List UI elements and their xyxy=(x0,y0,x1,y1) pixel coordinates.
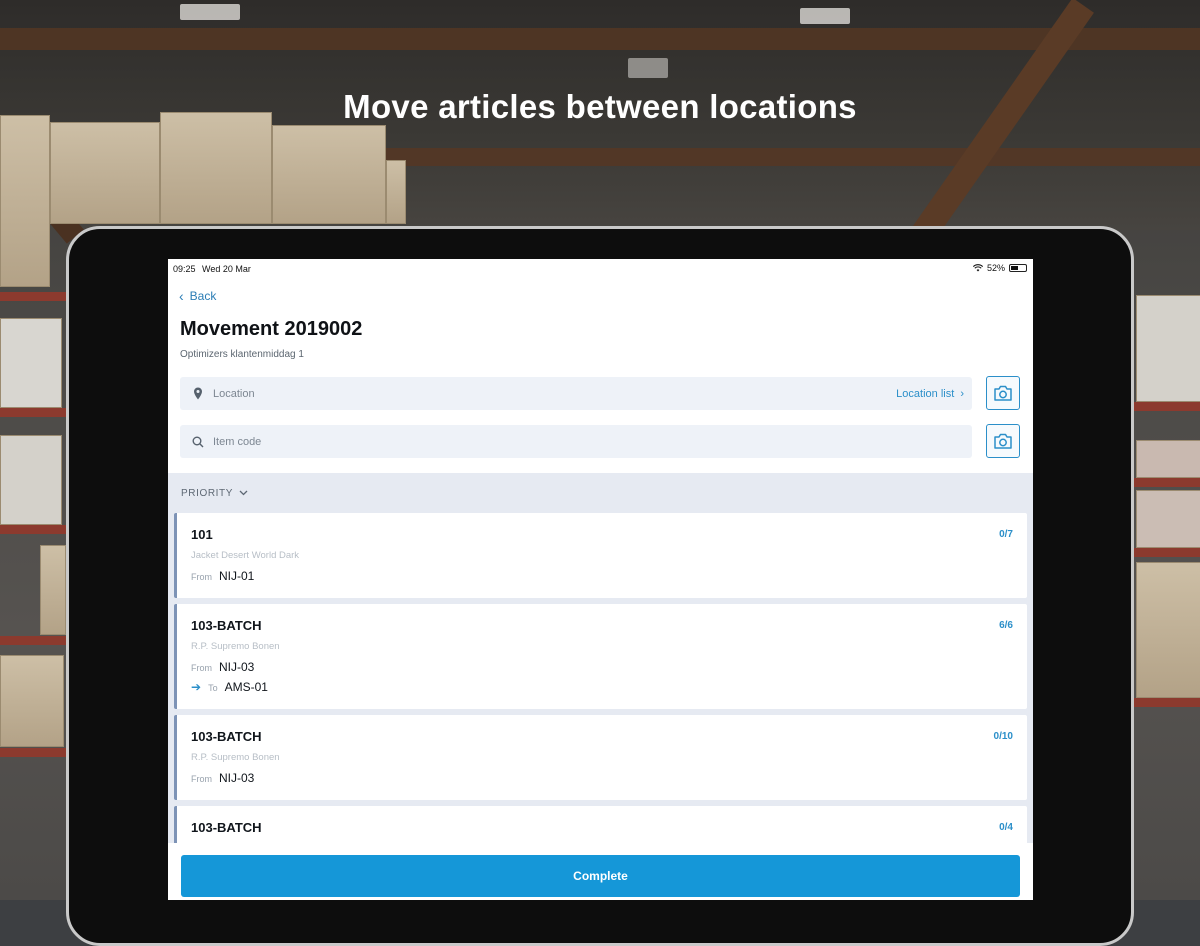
from-location: From NIJ-03 xyxy=(191,771,254,785)
item-count: 0/4 xyxy=(999,822,1013,833)
headline: Move articles between locations xyxy=(343,88,857,125)
item-description: R.P. Supremo Bonen xyxy=(191,641,280,652)
scan-location-camera-button[interactable] xyxy=(986,376,1020,410)
to-value: AMS-01 xyxy=(224,680,268,694)
storage-box xyxy=(1136,490,1200,548)
battery-fill xyxy=(1011,266,1019,270)
priority-sort-toggle[interactable]: PRIORITY xyxy=(168,473,1033,513)
storage-box xyxy=(272,125,386,224)
scan-item-camera-button[interactable] xyxy=(986,424,1020,458)
storage-box xyxy=(0,655,64,747)
chevron-down-icon xyxy=(239,490,248,496)
ceiling-light xyxy=(800,8,850,24)
page-subtitle: Optimizers klantenmiddag 1 xyxy=(180,349,304,360)
movement-list: 101 0/7 Jacket Desert World Dark From NI… xyxy=(168,513,1033,843)
location-list-link[interactable]: Location list › xyxy=(896,388,964,400)
shelf-beam xyxy=(0,292,66,301)
shelf-beam xyxy=(1134,402,1200,411)
camera-icon xyxy=(994,385,1012,401)
from-location: From NIJ-03 xyxy=(191,660,254,674)
shelf-beam xyxy=(1134,698,1200,707)
search-icon xyxy=(191,435,205,449)
to-location: ➔ To AMS-01 xyxy=(191,680,268,694)
storage-box xyxy=(160,112,272,224)
from-label: From xyxy=(191,572,212,582)
item-description: Jacket Desert World Dark xyxy=(191,550,300,561)
shelf-beam xyxy=(0,748,66,757)
chevron-left-icon: ‹ xyxy=(179,288,184,304)
app-screen: 09:25 Wed 20 Mar 52% ‹ Back Movement 201… xyxy=(168,259,1033,900)
storage-box xyxy=(1136,440,1200,478)
storage-box xyxy=(0,318,62,408)
map-pin-icon xyxy=(191,387,205,401)
status-right: 52% xyxy=(972,263,1027,273)
list-item[interactable]: 103-BATCH 0/10 R.P. Supremo Bonen From N… xyxy=(174,715,1027,800)
item-count: 0/7 xyxy=(999,529,1013,540)
storage-box xyxy=(386,160,406,224)
battery-icon xyxy=(1009,264,1027,272)
ceiling-beam xyxy=(0,28,1200,50)
storage-box xyxy=(40,545,66,635)
complete-button[interactable]: Complete xyxy=(181,855,1020,897)
from-label: From xyxy=(191,774,212,784)
back-button[interactable]: ‹ Back xyxy=(179,288,216,304)
item-description: R.P. Supremo Bonen xyxy=(191,752,280,763)
shelf-beam xyxy=(0,636,66,645)
wifi-icon xyxy=(972,264,983,272)
arrow-right-icon: ➔ xyxy=(191,680,202,694)
shelf-beam xyxy=(0,408,66,417)
sort-label: PRIORITY xyxy=(181,487,234,499)
item-code: 101 xyxy=(191,527,213,542)
item-count: 6/6 xyxy=(999,620,1013,631)
item-count: 0/10 xyxy=(993,731,1013,742)
item-code-field[interactable]: Item code xyxy=(180,425,972,458)
page-title: Movement 2019002 xyxy=(180,318,363,340)
clock-time: 09:25 xyxy=(173,264,196,274)
ceiling-light xyxy=(180,4,240,20)
storage-box xyxy=(50,122,160,224)
storage-box xyxy=(0,435,62,525)
item-code-placeholder: Item code xyxy=(213,435,262,448)
from-value: NIJ-03 xyxy=(219,660,255,674)
list-item[interactable]: 101 0/7 Jacket Desert World Dark From NI… xyxy=(174,513,1027,598)
storage-box xyxy=(1136,562,1200,698)
location-field[interactable]: Location Location list › xyxy=(180,377,972,410)
battery-percent: 52% xyxy=(986,263,1005,273)
status-time: 09:25 Wed 20 Mar xyxy=(173,264,251,274)
shelf-beam xyxy=(1134,478,1200,487)
location-list-label: Location list xyxy=(896,387,955,400)
from-value: NIJ-03 xyxy=(219,771,255,785)
list-item[interactable]: 103-BATCH 6/6 R.P. Supremo Bonen From NI… xyxy=(174,604,1027,709)
item-code: 103-BATCH xyxy=(191,820,262,835)
location-placeholder: Location xyxy=(213,387,255,400)
storage-box xyxy=(1136,295,1200,402)
from-value: NIJ-01 xyxy=(219,569,255,583)
shelf-beam xyxy=(0,525,66,534)
camera-icon xyxy=(994,433,1012,449)
from-location: From NIJ-01 xyxy=(191,569,254,583)
from-label: From xyxy=(191,663,212,673)
storage-box xyxy=(0,115,50,287)
chevron-right-icon: › xyxy=(960,387,964,400)
item-code: 103-BATCH xyxy=(191,618,262,633)
back-label: Back xyxy=(189,289,217,303)
to-label: To xyxy=(208,683,218,693)
item-code: 103-BATCH xyxy=(191,729,262,744)
shelf-beam xyxy=(1134,548,1200,557)
bottom-bar: Complete xyxy=(168,843,1033,900)
ceiling-beam xyxy=(380,148,1200,166)
ceiling-light xyxy=(628,58,668,78)
status-bar: 09:25 Wed 20 Mar 52% xyxy=(168,259,1033,277)
clock-date: Wed 20 Mar xyxy=(202,264,251,274)
list-item[interactable]: 103-BATCH 0/4 xyxy=(174,806,1027,843)
